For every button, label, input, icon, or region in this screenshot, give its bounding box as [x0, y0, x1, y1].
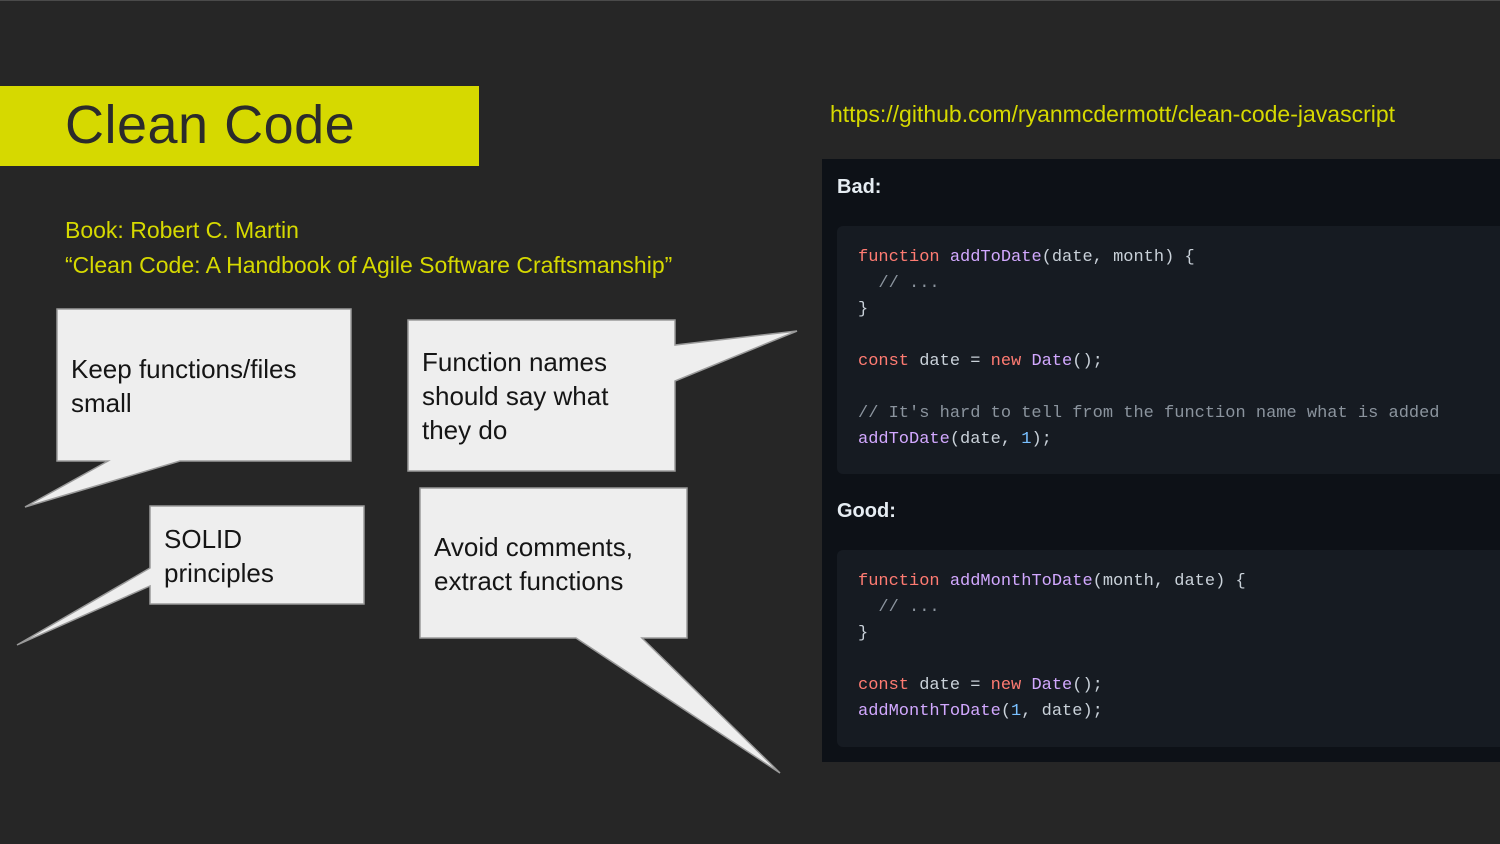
code-text: date =: [909, 352, 991, 371]
code-comment: // It's hard to tell from the function n…: [858, 404, 1440, 423]
code-keyword: new: [990, 676, 1022, 695]
code-keyword: function: [858, 572, 940, 591]
bubble-3-text: SOLID principles: [164, 522, 274, 590]
code-line: addMonthToDate(1, date);: [858, 699, 1246, 725]
code-comment: // ...: [858, 274, 940, 293]
bubble-2-text: Function names should say what they do: [422, 345, 608, 447]
code-text: (date,: [949, 430, 1022, 449]
code-function-name: addMonthToDate: [858, 702, 1001, 721]
code-function-name: addToDate: [949, 248, 1042, 267]
bubble-4-text: Avoid comments, extract functions: [434, 530, 633, 598]
bubble-4-line-2: extract functions: [434, 566, 624, 596]
code-keyword: function: [858, 248, 940, 267]
code-function-name: Date: [1021, 676, 1073, 695]
bad-code: function addToDate(date, month) { // ...…: [858, 245, 1440, 453]
code-number: 1: [1011, 702, 1022, 721]
code-text: (: [1000, 702, 1012, 721]
code-line: const date = new Date();: [858, 673, 1246, 699]
code-function-name: addToDate: [858, 430, 950, 449]
good-code: function addMonthToDate(month, date) { /…: [858, 569, 1246, 725]
good-label: Good:: [837, 500, 896, 522]
bubble-2-line-3: they do: [422, 415, 508, 445]
bubble-1-line-2: small: [71, 388, 132, 418]
code-keyword: const: [858, 676, 910, 695]
code-function-name: Date: [1021, 352, 1073, 371]
bubble-1-line-1: Keep functions/files: [71, 354, 297, 384]
code-text: (month, date) {: [1092, 572, 1246, 591]
code-text: (date, month) {: [1041, 248, 1195, 267]
code-text: date =: [909, 676, 991, 695]
bubble-2-line-2: should say what: [422, 381, 609, 411]
code-line: addToDate(date, 1);: [858, 427, 1440, 453]
code-keyword: const: [858, 352, 910, 371]
code-line: const date = new Date();: [858, 349, 1440, 375]
code-line: }: [858, 300, 869, 319]
slide: Clean Code Book: Robert C. Martin “Clean…: [0, 0, 1500, 844]
code-keyword: new: [990, 352, 1022, 371]
code-text: ();: [1072, 352, 1103, 371]
code-text: , date);: [1021, 702, 1103, 721]
bubble-1-text: Keep functions/files small: [71, 352, 296, 420]
code-comment: // ...: [858, 598, 940, 617]
bubble-4-line-1: Avoid comments,: [434, 532, 633, 562]
code-function-name: addMonthToDate: [949, 572, 1093, 591]
github-link[interactable]: https://github.com/ryanmcdermott/clean-c…: [830, 101, 1395, 128]
code-line: function addToDate(date, month) {: [858, 245, 1440, 271]
bubble-2-line-1: Function names: [422, 347, 607, 377]
code-number: 1: [1021, 430, 1032, 449]
code-text: ();: [1072, 676, 1103, 695]
code-text: );: [1031, 430, 1052, 449]
bubble-3-line-2: principles: [164, 558, 274, 588]
code-line: }: [858, 624, 869, 643]
code-line: function addMonthToDate(month, date) {: [858, 569, 1246, 595]
bubble-3-line-1: SOLID: [164, 524, 243, 554]
bad-label: Bad:: [837, 176, 882, 198]
